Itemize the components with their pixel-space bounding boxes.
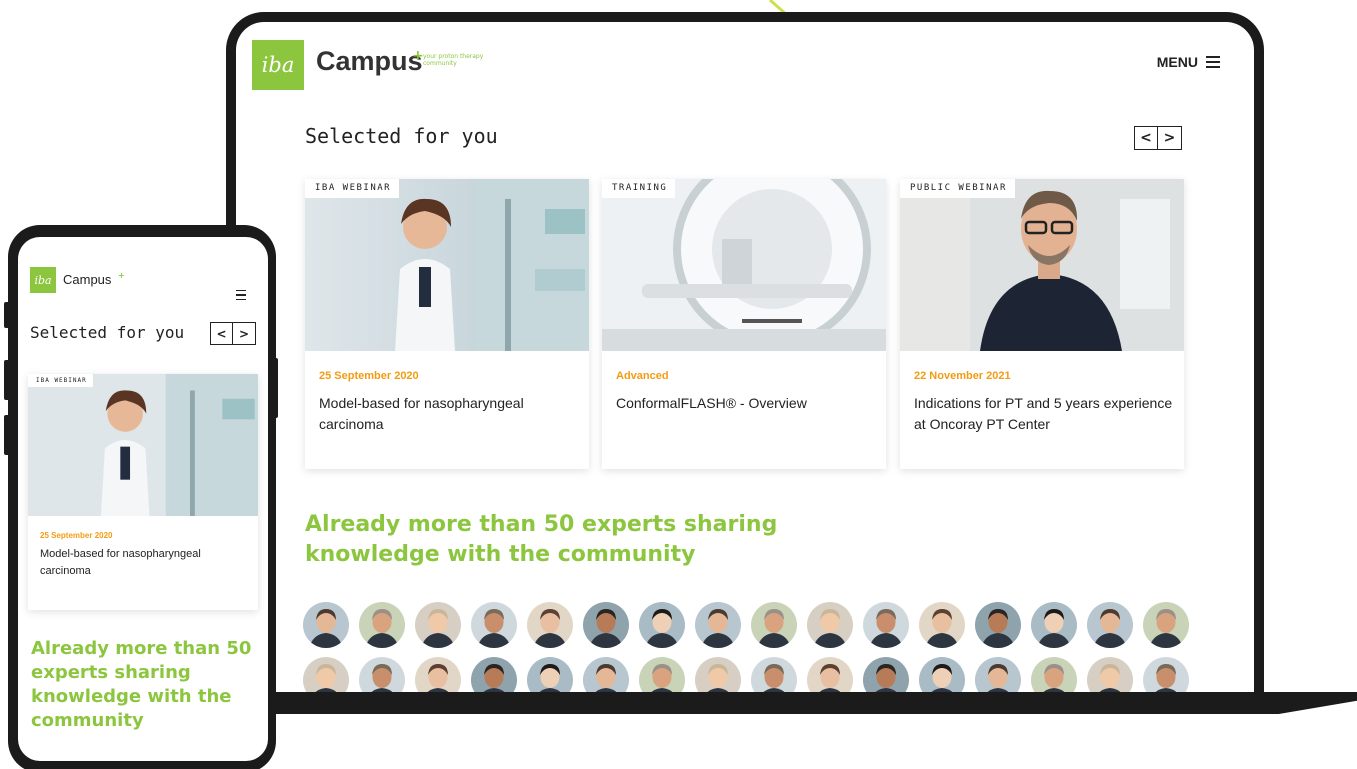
expert-avatar[interactable]	[1031, 602, 1077, 648]
brand-name[interactable]: Campus	[316, 46, 423, 77]
expert-avatar[interactable]	[695, 602, 741, 648]
expert-avatar[interactable]	[303, 657, 349, 694]
card-title: ConformalFLASH® - Overview	[616, 395, 807, 411]
content-card[interactable]: IBA WEBINAR 25 September 2020 Model-base…	[28, 374, 258, 610]
expert-avatar[interactable]	[415, 602, 461, 648]
card-image-doctor	[305, 179, 589, 351]
expert-avatar[interactable]	[975, 602, 1021, 648]
card-date: 25 September 2020	[319, 370, 419, 382]
iba-logo[interactable]: iba	[30, 267, 56, 293]
expert-avatar[interactable]	[527, 657, 573, 694]
carousel-prev-button[interactable]: <	[1134, 126, 1158, 150]
expert-avatar[interactable]	[359, 602, 405, 648]
expert-avatar[interactable]	[1087, 602, 1133, 648]
card-tag: TRAINING	[602, 179, 676, 198]
expert-avatar[interactable]	[583, 602, 629, 648]
carousel-controls: < >	[1134, 126, 1182, 150]
expert-avatar[interactable]	[863, 602, 909, 648]
expert-avatar[interactable]	[975, 657, 1021, 694]
expert-avatar[interactable]	[919, 657, 965, 694]
content-card[interactable]: IBA WEBINAR 25 September 2020 Model-base…	[305, 179, 589, 469]
expert-avatar[interactable]	[919, 602, 965, 648]
card-image-doctor	[28, 374, 258, 516]
expert-avatar[interactable]	[1143, 602, 1189, 648]
content-card[interactable]: TRAINING Advanced ConformalFLASH® - Over…	[602, 179, 886, 469]
brand-name[interactable]: Campus	[63, 272, 111, 287]
section-title: Selected for you	[305, 124, 498, 148]
iba-logo[interactable]: iba	[252, 40, 304, 90]
expert-avatar[interactable]	[639, 657, 685, 694]
menu-button[interactable]: MENU	[1157, 54, 1220, 70]
expert-avatar[interactable]	[751, 657, 797, 694]
card-image-treatment-room	[602, 179, 886, 351]
hamburger-icon	[236, 289, 246, 300]
carousel-next-button[interactable]: >	[233, 322, 256, 345]
card-title: Indications for PT and 5 years experienc…	[914, 395, 1173, 432]
card-tag: PUBLIC WEBINAR	[900, 179, 1015, 198]
card-tag: IBA WEBINAR	[28, 374, 93, 387]
expert-avatar[interactable]	[471, 657, 517, 694]
expert-avatar[interactable]	[807, 602, 853, 648]
expert-avatar[interactable]	[471, 602, 517, 648]
laptop-screen: iba Campus + your proton therapy communi…	[236, 22, 1254, 694]
expert-avatar[interactable]	[1143, 657, 1189, 694]
expert-avatar[interactable]	[639, 602, 685, 648]
card-date: 25 September 2020	[40, 531, 113, 540]
content-card[interactable]: PUBLIC WEBINAR 22 November 2021 Indicati…	[900, 179, 1184, 469]
logo-text: iba	[34, 273, 52, 287]
laptop-base	[240, 692, 1357, 714]
expert-avatar[interactable]	[415, 657, 461, 694]
card-title: Model-based for nasopharyngeal carcinoma	[40, 548, 201, 577]
brand-tagline: your proton therapy community	[423, 53, 484, 67]
expert-avatar[interactable]	[751, 602, 797, 648]
expert-avatar[interactable]	[583, 657, 629, 694]
carousel-prev-button[interactable]: <	[210, 322, 233, 345]
menu-label: MENU	[1156, 54, 1198, 70]
expert-avatar[interactable]	[695, 657, 741, 694]
expert-avatar[interactable]	[527, 602, 573, 648]
experts-heading: Already more than 50 experts sharing kno…	[31, 638, 252, 731]
card-tag: IBA WEBINAR	[305, 179, 400, 198]
expert-avatar[interactable]	[1087, 657, 1133, 694]
plus-icon: +	[412, 48, 424, 64]
plus-icon: +	[118, 271, 125, 280]
hamburger-icon	[1206, 56, 1220, 68]
carousel-next-button[interactable]: >	[1158, 126, 1182, 150]
card-date: 22 November 2021	[914, 370, 1011, 382]
expert-avatar[interactable]	[807, 657, 853, 694]
experts-heading: Already more than 50 experts sharing kno…	[305, 512, 778, 567]
expert-avatar[interactable]	[359, 657, 405, 694]
section-title: Selected for you	[30, 323, 185, 342]
menu-button[interactable]	[236, 276, 246, 300]
phone-screen: iba Campus + Selected for you < > IBA WE…	[18, 237, 268, 761]
expert-avatar[interactable]	[863, 657, 909, 694]
card-title: Model-based for nasopharyngeal carcinoma	[319, 395, 524, 432]
logo-text: iba	[261, 53, 295, 77]
expert-avatar[interactable]	[303, 602, 349, 648]
expert-avatar[interactable]	[1031, 657, 1077, 694]
card-image-presenter	[900, 179, 1184, 351]
card-meta: Advanced	[616, 370, 669, 382]
carousel-controls: < >	[210, 322, 256, 345]
